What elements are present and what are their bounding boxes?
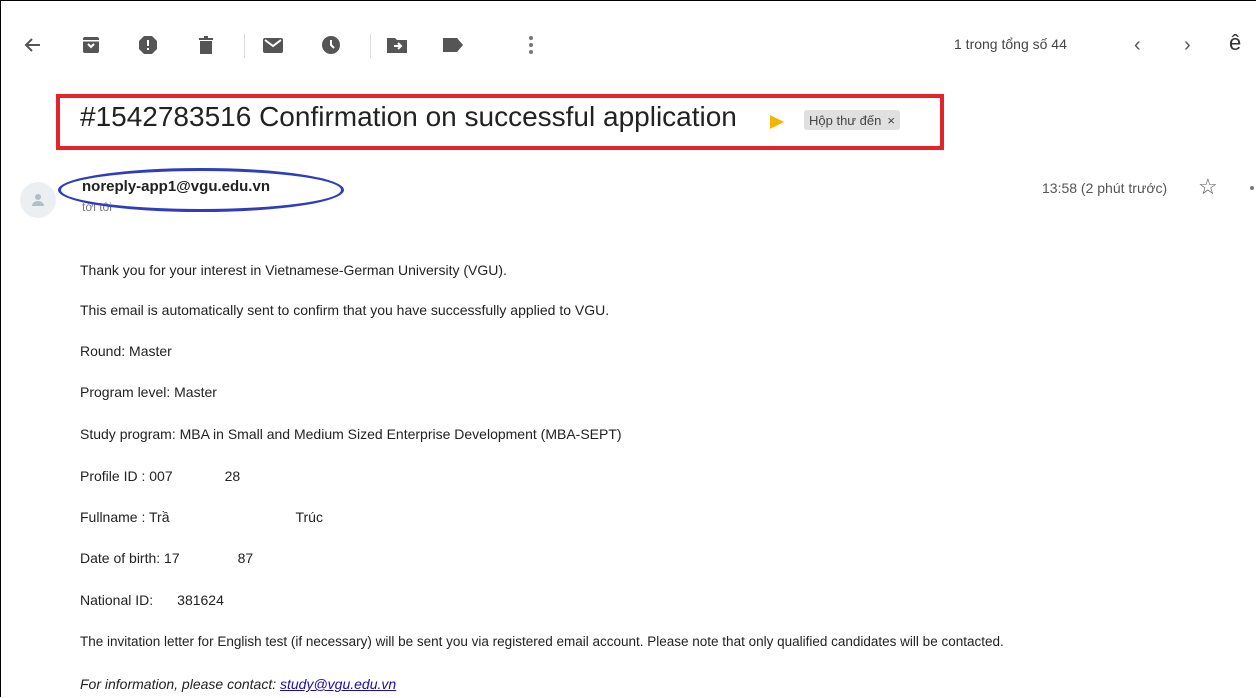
national-id-label: National ID: xyxy=(80,592,154,608)
avatar xyxy=(20,182,56,218)
profile-id-tail: 28 xyxy=(224,468,241,484)
remove-label-button[interactable]: × xyxy=(887,113,895,128)
inbox-label-chip: Hộp thư đến × xyxy=(804,110,900,130)
profile-id-label: Profile ID : 007 xyxy=(80,468,173,484)
next-email-button[interactable]: › xyxy=(1184,35,1191,55)
body-line-study-program: Study program: MBA in Small and Medium S… xyxy=(80,426,622,442)
archive-icon[interactable] xyxy=(78,32,104,58)
toolbar-divider xyxy=(370,34,371,58)
body-line-invitation: The invitation letter for English test (… xyxy=(80,634,1004,649)
input-tools-button[interactable]: ê xyxy=(1229,30,1241,56)
back-arrow-icon[interactable] xyxy=(20,32,46,58)
contact-email-link[interactable]: study@vgu.edu.vn xyxy=(280,676,396,692)
delete-icon[interactable] xyxy=(193,32,219,58)
mark-unread-icon[interactable] xyxy=(260,32,286,58)
body-line-thanks: Thank you for your interest in Vietnames… xyxy=(80,262,507,278)
toolbar-divider xyxy=(244,34,245,58)
labels-icon[interactable] xyxy=(440,32,466,58)
body-line-confirm: This email is automatically sent to conf… xyxy=(80,302,610,318)
contact-text: For information, please contact: xyxy=(80,676,280,692)
toolbar: 1 trong tổng số 44 ‹ › ê xyxy=(0,0,1257,88)
email-subject: #1542783516 Confirmation on successful a… xyxy=(80,101,737,132)
fullname-label: Fullname : Trầ xyxy=(80,509,170,525)
snooze-icon[interactable] xyxy=(318,32,344,58)
body-line-round: Round: Master xyxy=(80,343,172,359)
move-to-icon[interactable] xyxy=(384,32,410,58)
sender-highlight-oval xyxy=(58,168,344,212)
body-line-contact: For information, please contact: study@v… xyxy=(80,676,396,692)
star-icon[interactable]: ☆ xyxy=(1198,174,1218,200)
more-vert-icon[interactable] xyxy=(518,32,544,58)
body-line-dob: Date of birth: 17 87 xyxy=(80,550,253,566)
body-line-program-level: Program level: Master xyxy=(80,384,217,400)
body-line-profile-id: Profile ID : 007 28 xyxy=(80,468,240,484)
inbox-label-text: Hộp thư đến xyxy=(809,112,882,128)
body-line-national-id: National ID: 381624 xyxy=(80,592,224,608)
person-icon xyxy=(32,194,44,206)
report-spam-icon[interactable] xyxy=(135,32,161,58)
dob-tail: 87 xyxy=(237,550,254,566)
importance-marker-icon[interactable] xyxy=(770,115,784,129)
fullname-tail: Trúc xyxy=(295,509,323,525)
prev-email-button[interactable]: ‹ xyxy=(1134,35,1141,55)
body-line-fullname: Fullname : Trầ Trúc xyxy=(80,509,323,525)
national-id-tail: 381624 xyxy=(177,592,224,608)
dob-label: Date of birth: 17 xyxy=(80,550,180,566)
pager-count: 1 trong tổng số 44 xyxy=(954,36,1067,52)
email-timestamp: 13:58 (2 phút trước) xyxy=(1042,180,1168,196)
reply-menu-icon[interactable] xyxy=(1250,186,1254,190)
